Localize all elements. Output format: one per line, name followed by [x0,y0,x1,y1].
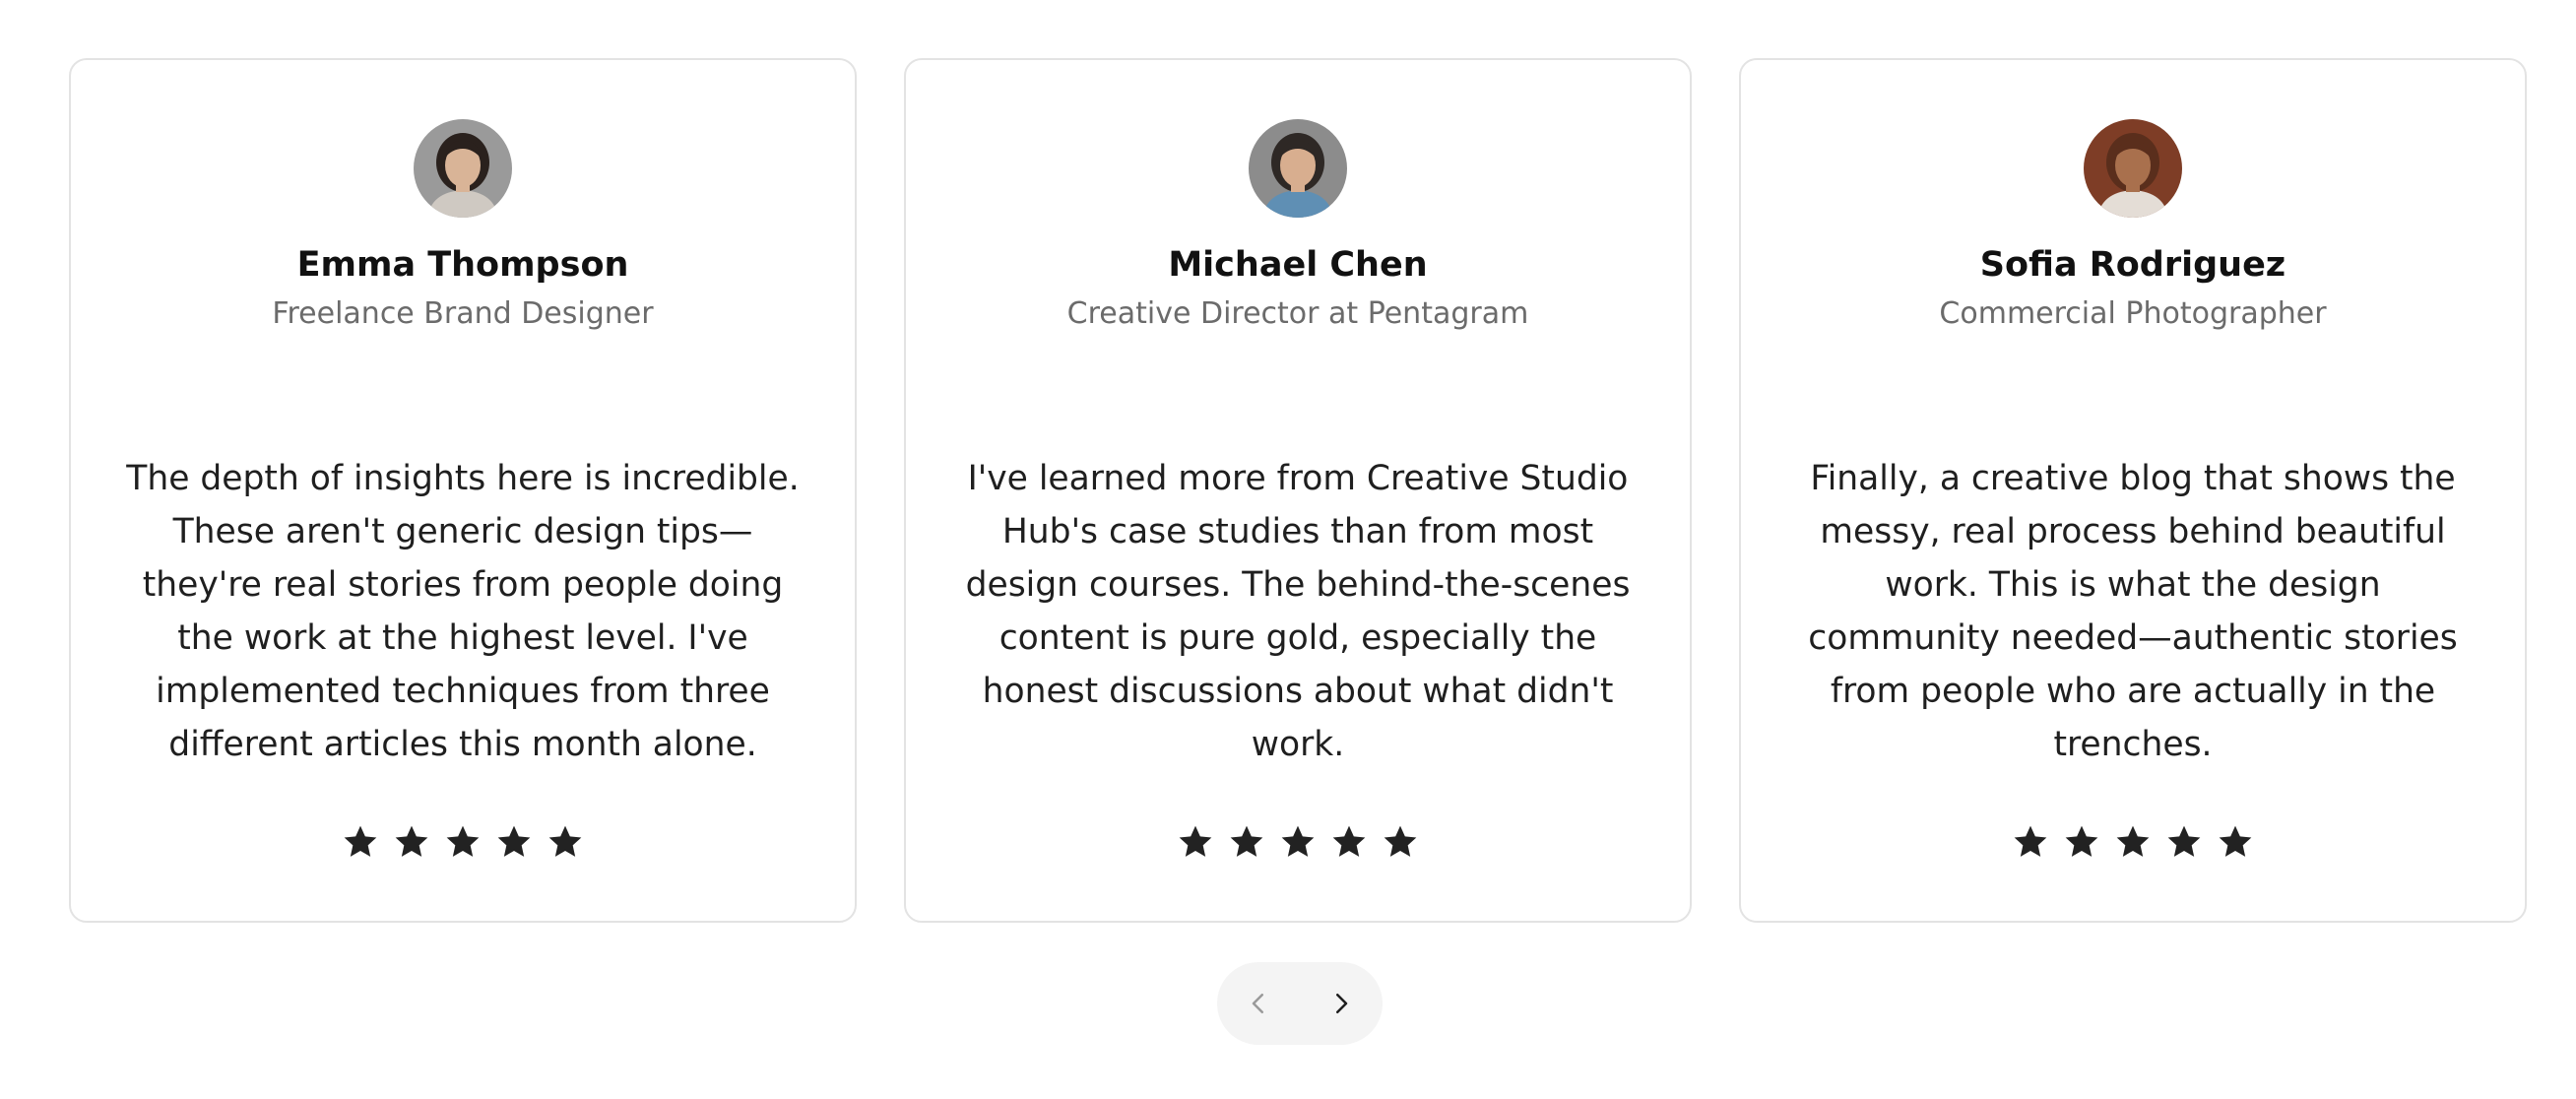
reviewer-role: Creative Director at Pentagram [1066,296,1529,331]
star-icon [1381,822,1420,862]
chevron-right-icon [1336,994,1348,1013]
star-icon [341,822,380,862]
star-icon [1176,822,1215,862]
testimonial-card: Sofia Rodriguez Commercial Photographer … [1739,58,2527,923]
star-icon [443,822,483,862]
star-icon [2164,822,2204,862]
star-icon [392,822,431,862]
star-icon [2216,822,2255,862]
testimonial-quote: I've learned more from Creative Studio H… [965,459,1631,764]
avatar [414,119,512,218]
star-icon [2113,822,2153,862]
portrait-image [1249,119,1347,218]
chevron-left-icon [1252,994,1263,1013]
reviewer-name: Sofia Rodriguez [1979,245,2286,285]
star-icon [2011,822,2050,862]
avatar [1249,119,1347,218]
testimonials-carousel: Emma Thompson Freelance Brand Designer T… [69,58,2529,923]
next-button[interactable] [1312,974,1371,1033]
star-icon [494,822,534,862]
previous-button[interactable] [1229,974,1288,1033]
reviewer-role: Freelance Brand Designer [272,296,654,331]
star-icon [1329,822,1369,862]
star-rating [906,822,1690,862]
star-icon [1278,822,1318,862]
reviewer-role: Commercial Photographer [1939,296,2327,331]
carousel-nav [1217,962,1383,1045]
reviewer-name: Emma Thompson [296,245,629,285]
reviewer-name: Michael Chen [1168,245,1428,285]
star-icon [2062,822,2101,862]
star-icon [546,822,585,862]
testimonial-quote: The depth of insights here is incredible… [126,459,800,764]
star-rating [1741,822,2525,862]
testimonial-card: Michael Chen Creative Director at Pentag… [904,58,1692,923]
testimonial-quote: Finally, a creative blog that shows the … [1808,459,2458,764]
star-icon [1227,822,1266,862]
star-rating [71,822,855,862]
portrait-image [2084,119,2182,218]
portrait-image [414,119,512,218]
testimonial-card: Emma Thompson Freelance Brand Designer T… [69,58,857,923]
avatar [2084,119,2182,218]
